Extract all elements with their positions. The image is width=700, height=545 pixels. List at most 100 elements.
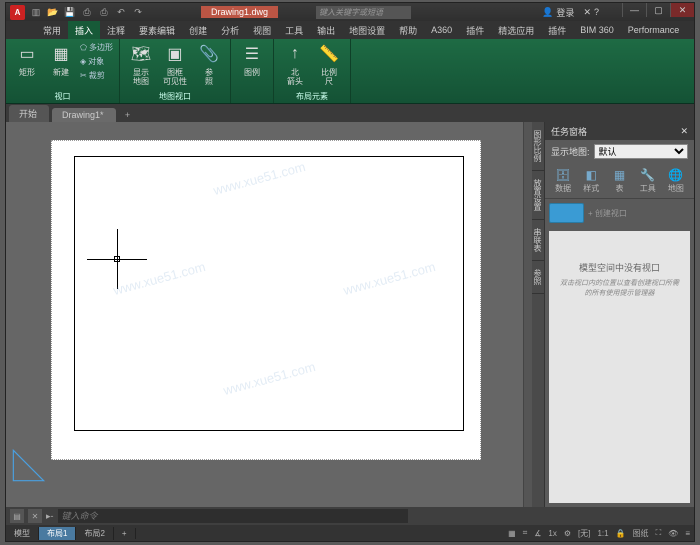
ribbon-tab[interactable]: A360 (424, 21, 459, 39)
reference-icon: 📎 (197, 42, 221, 66)
close-button[interactable]: ✕ (670, 3, 694, 17)
status-grid-icon[interactable]: ▦ (506, 529, 518, 538)
scale-bar-button[interactable]: 📏 比例 尺 (314, 41, 344, 87)
tp-tab-data[interactable]: 🗄数据 (549, 165, 577, 196)
status-angle[interactable]: [无] (576, 528, 592, 539)
status-lock-icon[interactable]: 🔒 (614, 529, 628, 538)
status-snap-icon[interactable]: ⌗ (521, 528, 530, 538)
empty-hint: 双击视口内的位置以查看创建视口所需的所有使用提示管理器 (557, 279, 682, 299)
minimize-button[interactable]: — (622, 3, 646, 17)
layout-tab-1[interactable]: 布局1 (39, 527, 76, 540)
status-ratio[interactable]: 1:1 (595, 529, 610, 538)
legend-button[interactable]: ☰图例 (237, 41, 267, 78)
status-scale[interactable]: 1x (546, 529, 558, 538)
ribbon-tab[interactable]: 工具 (278, 21, 310, 39)
status-polar-icon[interactable]: ∡ (532, 529, 543, 538)
layout-canvas[interactable]: www.xue51.com www.xue51.com www.xue51.co… (6, 122, 523, 507)
ucs-icon (11, 448, 46, 483)
user-icon: 👤 (542, 7, 553, 18)
side-tab[interactable]: 串联表 (532, 220, 544, 261)
object-icon: ◈ (80, 57, 86, 66)
ribbon-tab[interactable]: 创建 (182, 21, 214, 39)
ribbon-tab[interactable]: 输出 (310, 21, 342, 39)
user-signin[interactable]: 👤 登录 ✕ ? (542, 6, 599, 19)
document-tab-drawing1[interactable]: Drawing1* (52, 108, 116, 122)
scale-bar-icon: 📏 (317, 42, 341, 66)
exchange-icon[interactable]: ✕ (583, 7, 591, 18)
btn-label: 比例 尺 (321, 68, 337, 86)
cmd-history-icon[interactable]: ▤ (10, 509, 24, 523)
paper-sheet: www.xue51.com www.xue51.com www.xue51.co… (51, 140, 481, 460)
taskpane-content: 模型空间中没有视口 双击视口内的位置以查看创建视口所需的所有使用提示管理器 (549, 231, 690, 503)
save-icon[interactable]: 💾 (64, 6, 76, 18)
layout-tab-2[interactable]: 布局2 (76, 527, 113, 540)
undo-icon[interactable]: ↶ (115, 6, 127, 18)
status-isolate-icon[interactable]: 👁 (666, 529, 680, 538)
tp-tab-map[interactable]: 🌐地图 (662, 165, 690, 196)
layout-tab-model[interactable]: 模型 (6, 527, 39, 540)
help-search-input[interactable]: 键入关键字或短语 (316, 6, 411, 19)
ribbon-tab[interactable]: 常用 (36, 21, 68, 39)
reference-button[interactable]: 📎参 照 (194, 41, 224, 87)
object-vp-button[interactable]: ◈对象 (80, 55, 113, 68)
status-fullscreen-icon[interactable]: ⛶ (654, 528, 664, 538)
btn-label: 新建 (53, 68, 69, 77)
ribbon-tab-active[interactable]: 插入 (68, 21, 100, 39)
document-title: Drawing1.dwg (201, 6, 278, 18)
layout-tabs-bar: 模型 布局1 布局2 + ▦ ⌗ ∡ 1x ⚙ [无] 1:1 🔒 图纸 ⛶ 👁… (6, 525, 694, 541)
clip-vp-button[interactable]: ✂裁剪 (80, 69, 113, 82)
status-customize-icon[interactable]: ≡ (683, 529, 692, 538)
ribbon-panel-area: ▭ 矩形 ▦ 新建 ⬠多边形 ◈对象 ✂裁剪 视口 🗺显示 地图 ▣图框 可见性 (6, 39, 694, 104)
saveas-icon[interactable]: ⎙ (81, 6, 93, 18)
layout-add-button[interactable]: + (114, 528, 136, 539)
showmap-label: 显示地图: (551, 145, 590, 158)
ribbon-tab[interactable]: BIM 360 (573, 21, 621, 39)
ribbon-tab[interactable]: 地图设置 (342, 21, 392, 39)
app-logo-icon[interactable]: A (10, 5, 25, 20)
ribbon-tab[interactable]: 视图 (246, 21, 278, 39)
print-icon[interactable]: ⎙ (98, 6, 110, 18)
ribbon-tab[interactable]: 插件 (459, 21, 491, 39)
show-map-button[interactable]: 🗺 显示 地图 (126, 41, 156, 87)
ribbon-tab[interactable]: 分析 (214, 21, 246, 39)
new-tab-button[interactable]: + (120, 108, 136, 122)
redo-icon[interactable]: ↷ (132, 6, 144, 18)
viewport-thumb-row: + 创建视口 (545, 199, 694, 227)
taskpane-close-icon[interactable]: ✕ (680, 126, 688, 137)
side-tab[interactable]: 图形比例 (532, 122, 544, 171)
status-mode[interactable]: 图纸 (631, 528, 651, 539)
btn-label: 显示 地图 (133, 68, 149, 86)
map-icon: 🗺 (129, 42, 153, 66)
side-palette-tabs: 图形比例 放置设置 串联表 参照 (532, 122, 544, 507)
side-tab[interactable]: 参照 (532, 261, 544, 294)
polygon-vp-button[interactable]: ⬠多边形 (80, 41, 113, 54)
command-input[interactable] (58, 509, 408, 523)
viewport-thumb-selected[interactable] (549, 203, 584, 223)
tp-tab-table[interactable]: ▦表 (605, 165, 633, 196)
side-tab[interactable]: 放置设置 (532, 171, 544, 220)
scrollbar-vertical[interactable] (523, 122, 532, 507)
north-arrow-button[interactable]: ↑北 箭头 (280, 41, 310, 87)
new-icon[interactable]: ▥ (30, 6, 42, 18)
tp-tab-tools[interactable]: 🔧工具 (634, 165, 662, 196)
ribbon-tab[interactable]: 精选应用 (491, 21, 541, 39)
showmap-select[interactable]: 默认 (594, 144, 688, 159)
image-frame-button[interactable]: ▣图框 可见性 (160, 41, 190, 87)
ribbon-tab[interactable]: 插件 (541, 21, 573, 39)
tp-tab-style[interactable]: ◧样式 (577, 165, 605, 196)
ribbon-tab[interactable]: 要素编辑 (132, 21, 182, 39)
work-area: www.xue51.com www.xue51.com www.xue51.co… (6, 122, 694, 507)
new-viewport-link[interactable]: + 创建视口 (588, 208, 627, 219)
help-icon[interactable]: ? (594, 7, 599, 17)
ribbon-tab[interactable]: 注释 (100, 21, 132, 39)
ribbon-tab[interactable]: Performance (621, 21, 687, 39)
open-icon[interactable]: 📂 (47, 6, 59, 18)
rectangle-viewport-button[interactable]: ▭ 矩形 (12, 41, 42, 78)
ribbon-tab[interactable]: 帮助 (392, 21, 424, 39)
btn-label: 北 箭头 (287, 68, 303, 86)
status-gear-icon[interactable]: ⚙ (562, 529, 573, 538)
document-tab-start[interactable]: 开始 (9, 105, 49, 122)
new-viewport-button[interactable]: ▦ 新建 (46, 41, 76, 78)
maximize-button[interactable]: ▢ (646, 3, 670, 17)
cmd-close-icon[interactable]: ✕ (28, 509, 42, 523)
